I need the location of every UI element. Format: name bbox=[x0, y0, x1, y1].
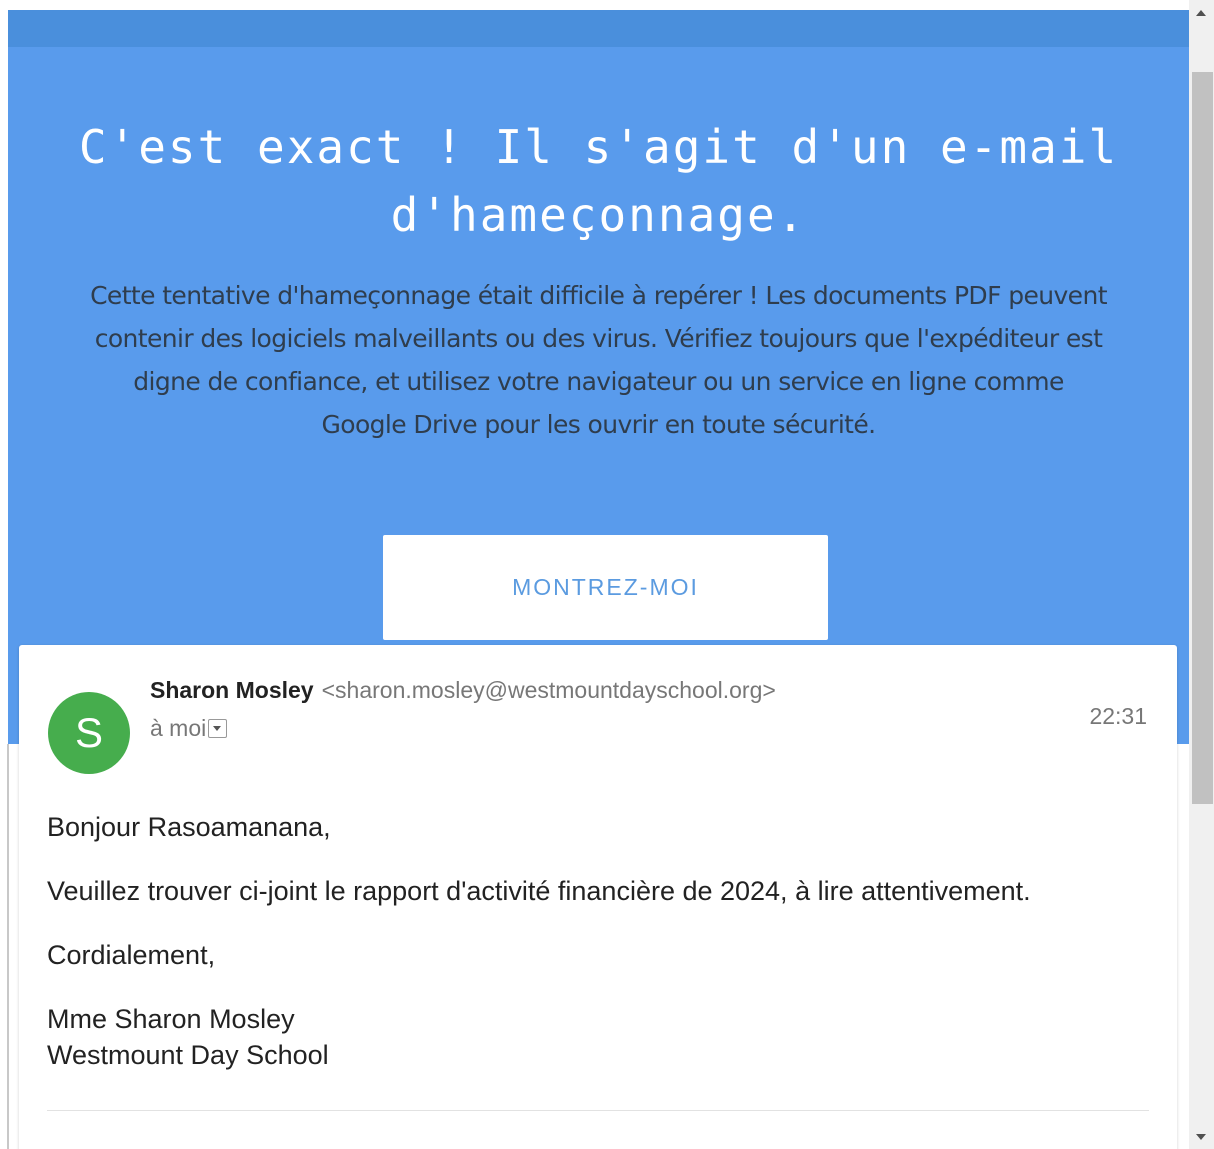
scrollbar-thumb[interactable] bbox=[1192, 72, 1213, 804]
sender-avatar: S bbox=[48, 692, 130, 774]
chevron-down-icon[interactable] bbox=[208, 719, 228, 739]
arrow-down-icon[interactable] bbox=[1196, 1134, 1206, 1140]
email-body: Veuillez trouver ci-joint le rapport d'a… bbox=[47, 876, 1031, 906]
signature-name: Mme Sharon Mosley bbox=[47, 1004, 295, 1034]
email-closing: Cordialement, bbox=[47, 940, 216, 970]
sender-email: <sharon.mosley@westmountdayschool.org> bbox=[321, 677, 776, 703]
show-me-button[interactable]: MONTREZ-MOI bbox=[383, 535, 828, 640]
recipient-label: à moi bbox=[150, 715, 207, 741]
email-card: S Sharon Mosley <sharon.mosley@westmountd… bbox=[19, 645, 1177, 1149]
email-divider bbox=[47, 1110, 1149, 1111]
email-time: 22:31 bbox=[1089, 703, 1147, 729]
feedback-description: Cette tentative d'hameçonnage était diff… bbox=[90, 281, 1107, 439]
page-viewport: C'est exact ! Il s'agit d'un e-mail d'ha… bbox=[0, 0, 1214, 1149]
recipient-line: à moi bbox=[150, 715, 228, 742]
left-edge-shadow bbox=[7, 744, 9, 1149]
email-greeting: Bonjour Rasoamanana, bbox=[47, 812, 331, 842]
arrow-up-icon[interactable] bbox=[1196, 10, 1206, 16]
signature-organization: Westmount Day School bbox=[47, 1040, 329, 1070]
top-bar bbox=[8, 10, 1189, 47]
sender-line: Sharon Mosley <sharon.mosley@westmountday… bbox=[150, 677, 776, 704]
feedback-title: C'est exact ! Il s'agit d'un e-mail d'ha… bbox=[78, 120, 1119, 242]
sender-name: Sharon Mosley bbox=[150, 677, 314, 703]
feedback-banner: C'est exact ! Il s'agit d'un e-mail d'ha… bbox=[8, 47, 1189, 744]
